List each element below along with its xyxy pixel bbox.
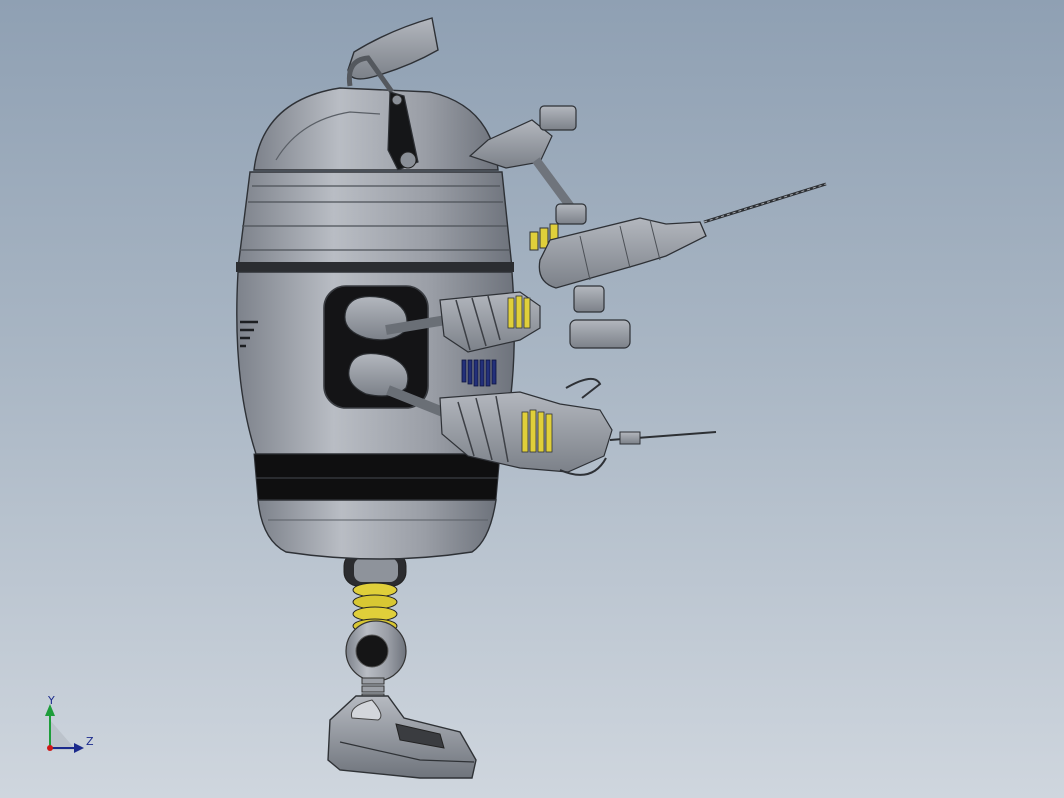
triad-origin <box>47 745 53 751</box>
knee-joint <box>345 620 407 682</box>
z-axis-arrow-icon <box>74 743 84 753</box>
graphics-viewport[interactable]: Y Z <box>0 0 1064 798</box>
robot-model[interactable] <box>0 0 1064 798</box>
coordinate-triad: Y Z <box>45 696 94 753</box>
robot-foot <box>327 695 477 779</box>
z-axis-label: Z <box>86 735 94 748</box>
robot-leg <box>327 551 477 779</box>
y-axis-label: Y <box>47 696 55 707</box>
